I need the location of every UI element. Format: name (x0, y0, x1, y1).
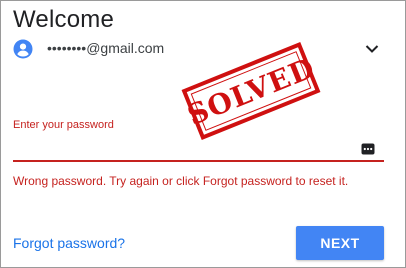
account-chip[interactable]: ••••••••@gmail.com (13, 38, 383, 62)
account-email: ••••••••@gmail.com (47, 40, 165, 56)
account-circle-icon (13, 39, 33, 59)
login-card: Welcome ••••••••@gmail.com SOLVED Enter … (0, 0, 406, 268)
password-label: Enter your password (13, 119, 114, 131)
password-input[interactable] (13, 132, 384, 162)
chevron-down-icon[interactable] (365, 44, 379, 54)
forgot-password-link[interactable]: Forgot password? (13, 235, 125, 251)
password-error-message: Wrong password. Try again or click Forgo… (13, 174, 349, 188)
show-password-icon[interactable] (361, 143, 375, 155)
next-button[interactable]: NEXT (296, 226, 384, 260)
page-title: Welcome (13, 6, 114, 33)
